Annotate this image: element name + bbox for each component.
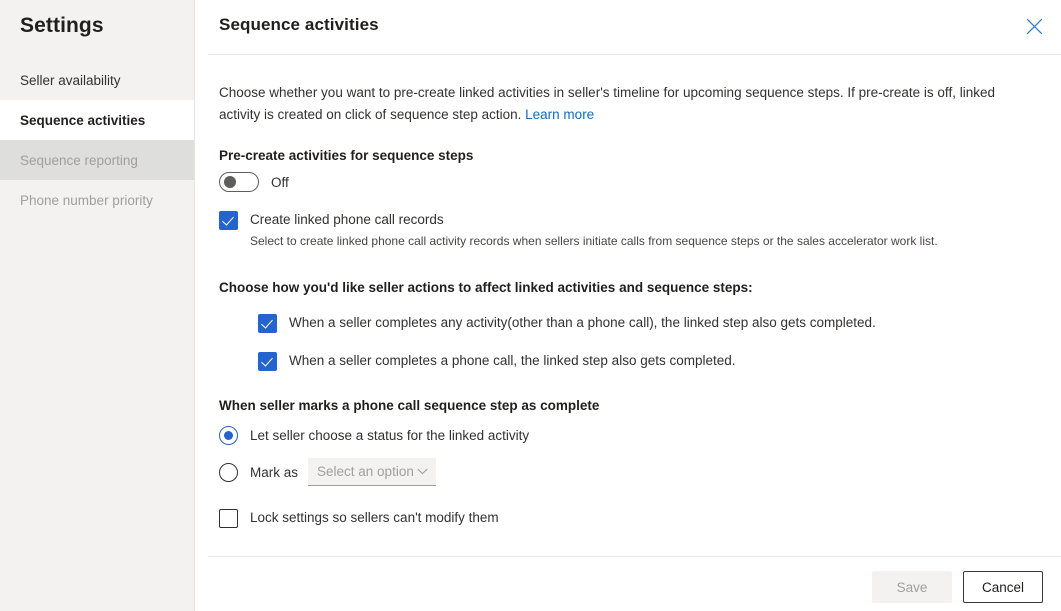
precreate-toggle-row: Off: [219, 172, 1037, 192]
sidebar-item-phone-number-priority[interactable]: Phone number priority: [0, 180, 194, 220]
lock-settings-label: Lock settings so sellers can't modify th…: [250, 508, 499, 527]
seller-action-option-row: When a seller completes a phone call, th…: [258, 351, 1037, 371]
sidebar-item-sequence-activities[interactable]: Sequence activities: [0, 100, 194, 140]
panel-footer: Save Cancel: [872, 571, 1043, 603]
sidebar-item-sequence-reporting[interactable]: Sequence reporting: [0, 140, 194, 180]
settings-sidebar: Settings Seller availability Sequence ac…: [0, 0, 195, 611]
cancel-button[interactable]: Cancel: [963, 571, 1043, 603]
page-title: Sequence activities: [219, 15, 379, 35]
seller-action-phone-call-label: When a seller completes a phone call, th…: [289, 351, 736, 370]
linked-call-records-row: Create linked phone call records: [219, 210, 1037, 230]
seller-action-any-activity-checkbox[interactable]: [258, 314, 277, 333]
close-button[interactable]: [1018, 10, 1050, 42]
settings-panel: Sequence activities Choose whether you w…: [195, 0, 1061, 611]
seller-action-option-row: When a seller completes any activity(oth…: [258, 313, 1037, 333]
panel-description-text: Choose whether you want to pre-create li…: [219, 85, 995, 122]
save-button[interactable]: Save: [872, 571, 952, 603]
radio-mark-as-label: Mark as: [250, 465, 298, 480]
learn-more-link[interactable]: Learn more: [525, 107, 594, 122]
toggle-knob: [224, 176, 236, 188]
sidebar-item-label: Phone number priority: [20, 193, 153, 208]
radio-let-seller-choose-label: Let seller choose a status for the linke…: [250, 428, 529, 443]
footer-divider: [208, 556, 1061, 557]
linked-call-records-label: Create linked phone call records: [250, 210, 444, 229]
radio-let-seller-choose-row: Let seller choose a status for the linke…: [219, 426, 1037, 445]
settings-dialog: Settings Seller availability Sequence ac…: [0, 0, 1061, 611]
precreate-toggle[interactable]: [219, 172, 259, 192]
linked-call-records-description: Select to create linked phone call activ…: [250, 233, 1037, 250]
close-icon: [1026, 18, 1043, 35]
mark-as-dropdown[interactable]: Select an option: [308, 458, 436, 486]
sidebar-item-label: Seller availability: [20, 73, 121, 88]
panel-description: Choose whether you want to pre-create li…: [219, 82, 1031, 126]
radio-mark-as[interactable]: [219, 463, 238, 482]
sidebar-title: Settings: [0, 0, 194, 38]
linked-call-records-checkbox[interactable]: [219, 211, 238, 230]
sidebar-item-label: Sequence reporting: [20, 153, 138, 168]
mark-complete-heading: When seller marks a phone call sequence …: [219, 398, 1037, 413]
header-divider: [208, 54, 1061, 55]
radio-let-seller-choose[interactable]: [219, 426, 238, 445]
sidebar-item-seller-availability[interactable]: Seller availability: [0, 60, 194, 100]
panel-content: Choose whether you want to pre-create li…: [195, 82, 1061, 528]
precreate-toggle-state: Off: [271, 175, 289, 190]
sidebar-nav-list: Seller availability Sequence activities …: [0, 60, 194, 220]
radio-mark-as-row: Mark as Select an option: [219, 458, 1037, 486]
mark-as-dropdown-value: Select an option: [317, 464, 414, 479]
lock-settings-checkbox[interactable]: [219, 509, 238, 528]
seller-action-any-activity-label: When a seller completes any activity(oth…: [289, 313, 876, 332]
panel-header: Sequence activities: [195, 0, 1061, 54]
lock-settings-row: Lock settings so sellers can't modify th…: [219, 508, 1037, 528]
precreate-label: Pre-create activities for sequence steps: [219, 148, 1037, 163]
sidebar-item-label: Sequence activities: [20, 113, 145, 128]
seller-actions-heading: Choose how you'd like seller actions to …: [219, 280, 1037, 295]
chevron-down-icon: [417, 468, 428, 475]
seller-action-phone-call-checkbox[interactable]: [258, 352, 277, 371]
